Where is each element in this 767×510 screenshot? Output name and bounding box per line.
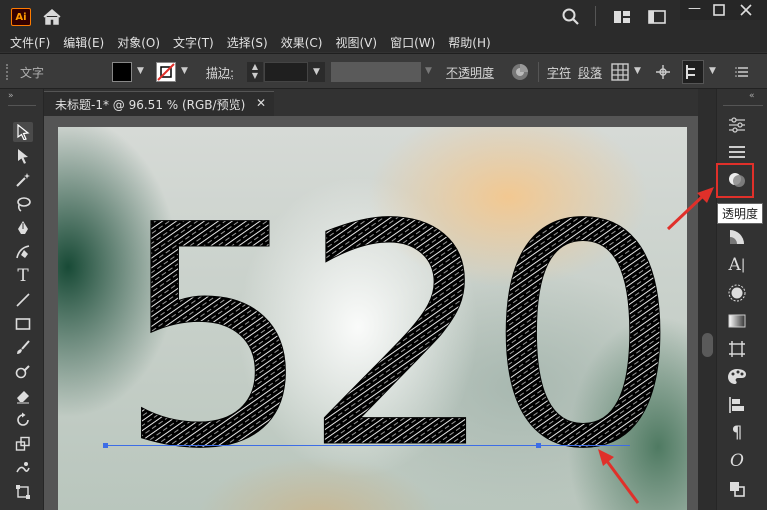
pathfinder-icon[interactable] — [726, 478, 748, 500]
annotation-arrow-transparency — [666, 187, 714, 231]
character-link[interactable]: 字符 — [547, 64, 571, 81]
minimize-icon[interactable]: — — [688, 1, 701, 16]
baseline-anchor-left[interactable] — [103, 443, 108, 448]
selection-type-label: 文字 — [20, 66, 45, 80]
transparency-highlight-box — [716, 163, 754, 198]
warp-tool-icon[interactable] — [13, 458, 33, 478]
menu-window[interactable]: 窗口(W) — [390, 34, 435, 51]
control-bar: 文字 ▼ ▼ 描边: ▲ ▼ ▼ ▼ 不透明度 字符 段落 ▼ ▼ — [0, 53, 767, 89]
artboards-icon[interactable] — [726, 338, 748, 360]
fill-swatch[interactable] — [112, 62, 132, 82]
opentype-icon[interactable]: O — [726, 450, 748, 472]
paragraph-icon[interactable]: ¶ — [726, 422, 748, 444]
recolor-artwork-icon[interactable] — [510, 62, 530, 82]
magic-wand-tool-icon[interactable] — [13, 170, 33, 190]
appearance-icon[interactable] — [726, 282, 748, 304]
close-window-icon[interactable] — [740, 4, 752, 16]
close-tab-icon[interactable]: ✕ — [256, 96, 266, 110]
direct-selection-tool-icon[interactable] — [13, 146, 33, 166]
align-dropdown-icon[interactable]: ▼ — [634, 66, 641, 76]
transparency-tooltip: 透明度 — [717, 203, 764, 224]
stroke-weight-input[interactable] — [264, 62, 308, 82]
pen-tool-icon[interactable] — [13, 218, 33, 238]
rectangle-tool-icon[interactable] — [13, 314, 33, 334]
maximize-icon[interactable] — [713, 4, 725, 16]
panel-toggle[interactable] — [682, 60, 704, 84]
transform-icon[interactable] — [654, 63, 672, 81]
stroke-dropdown-icon[interactable]: ▼ — [181, 66, 188, 76]
lasso-tool-icon[interactable] — [13, 194, 33, 214]
shaper-tool-icon[interactable] — [13, 362, 33, 382]
scale-tool-icon[interactable] — [13, 434, 33, 454]
selection-tool-icon[interactable] — [13, 122, 33, 142]
paintbrush-tool-icon[interactable] — [13, 338, 33, 358]
search-icon[interactable] — [561, 6, 581, 28]
artboard[interactable]: 520 — [58, 127, 687, 510]
annotation-arrow-baseline — [598, 449, 640, 504]
character-icon[interactable]: A | — [726, 254, 748, 276]
text-baseline-guide — [106, 445, 630, 446]
home-icon[interactable] — [42, 7, 62, 27]
gradient-icon[interactable] — [726, 226, 748, 248]
properties-icon[interactable] — [726, 114, 748, 136]
menu-object[interactable]: 对象(O) — [117, 34, 160, 51]
fill-dropdown-icon[interactable]: ▼ — [137, 66, 144, 76]
menu-select[interactable]: 选择(S) — [227, 34, 268, 51]
document-tab[interactable]: 未标题-1* @ 96.51 % (RGB/预览) ✕ — [44, 91, 274, 116]
menu-bar: 文件(F) 编辑(E) 对象(O) 文字(T) 选择(S) 效果(C) 视图(V… — [0, 32, 767, 52]
panel-menu-icon[interactable] — [735, 65, 749, 79]
profile-dropdown-icon[interactable]: ▼ — [425, 66, 432, 76]
menu-type[interactable]: 文字(T) — [173, 34, 214, 51]
swatches-gradient-icon[interactable] — [726, 310, 748, 332]
color-palette-icon[interactable] — [726, 366, 748, 388]
canvas-vertical-scroll-track[interactable] — [698, 89, 716, 510]
rotate-tool-icon[interactable] — [13, 410, 33, 430]
stroke-weight-stepper[interactable]: ▲ ▼ — [247, 62, 263, 82]
workspace-switcher-icon[interactable] — [647, 6, 667, 28]
baseline-anchor-right[interactable] — [536, 443, 541, 448]
align-grid-icon[interactable] — [611, 63, 629, 81]
document-tab-title: 未标题-1* @ 96.51 % (RGB/预览) — [55, 97, 246, 112]
opacity-link[interactable]: 不透明度 — [446, 64, 494, 81]
arrange-documents-icon[interactable] — [612, 6, 632, 28]
stroke-weight-dropdown-icon[interactable]: ▼ — [308, 62, 325, 82]
eraser-tool-icon[interactable] — [13, 386, 33, 406]
title-bar: Ai — — [0, 0, 767, 32]
line-tool-icon[interactable] — [13, 290, 33, 310]
illustrator-logo: Ai — [11, 8, 31, 26]
menu-effect[interactable]: 效果(C) — [281, 34, 323, 51]
stroke-swatch[interactable] — [156, 62, 176, 82]
canvas-area[interactable]: 520 — [44, 116, 698, 510]
curvature-tool-icon[interactable] — [13, 242, 33, 262]
type-tool-icon[interactable]: T — [13, 266, 33, 286]
canvas-scroll-thumb[interactable] — [702, 333, 713, 357]
scribble-text-520[interactable]: 520 — [58, 127, 687, 510]
align-panel-icon[interactable] — [726, 394, 748, 416]
menu-file[interactable]: 文件(F) — [10, 34, 50, 51]
layers-icon[interactable] — [726, 141, 748, 163]
tools-panel: » T — [0, 89, 44, 510]
menu-edit[interactable]: 编辑(E) — [63, 34, 104, 51]
grip-handle[interactable] — [6, 64, 9, 80]
menu-view[interactable]: 视图(V) — [335, 34, 377, 51]
collapse-panels-icon[interactable]: « — [749, 91, 755, 101]
menu-help[interactable]: 帮助(H) — [448, 34, 490, 51]
collapse-tools-icon[interactable]: » — [8, 91, 14, 101]
panel-toggle-dropdown-icon[interactable]: ▼ — [709, 66, 716, 76]
free-transform-tool-icon[interactable] — [13, 482, 33, 502]
artboard-text: 520 — [118, 160, 670, 510]
stroke-label[interactable]: 描边: — [206, 64, 234, 81]
paragraph-link[interactable]: 段落 — [578, 64, 602, 81]
variable-width-profile[interactable] — [331, 62, 421, 82]
